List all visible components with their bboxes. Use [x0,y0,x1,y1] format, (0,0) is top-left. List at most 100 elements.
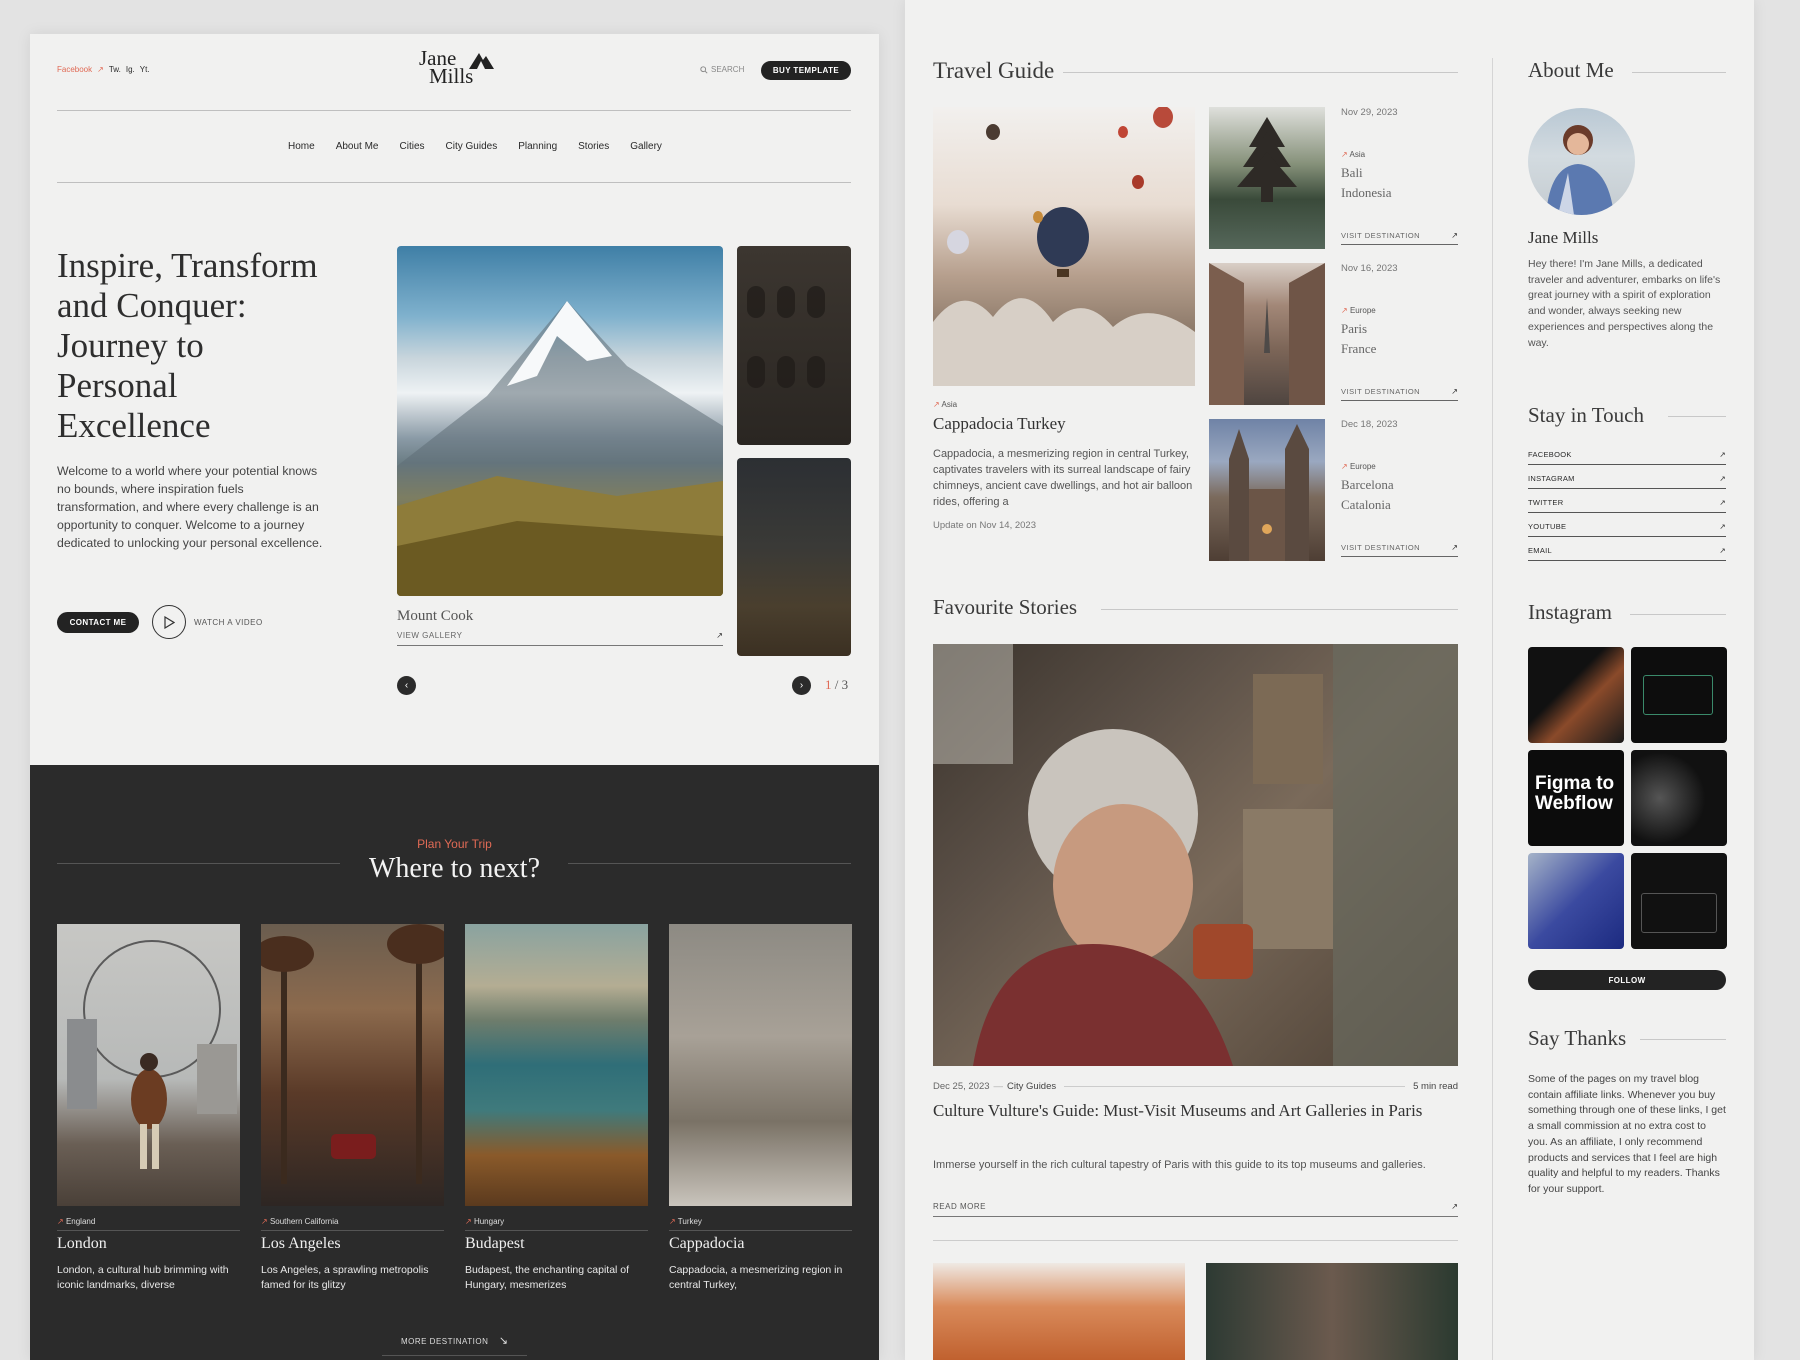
guide-thumb-bali[interactable] [1209,107,1325,249]
social-link-facebook[interactable]: FACEBOOK ↗ [1528,450,1726,465]
hero-thumb-lake[interactable] [737,458,851,656]
read-more-link[interactable]: READ MORE ↗ [933,1202,1458,1217]
guide-thumb-paris[interactable] [1209,263,1325,405]
card-region-label: Hungary [473,1217,505,1226]
screen-mockup-icon [1641,893,1717,933]
story-thumb-basketball[interactable] [933,1263,1185,1360]
guide-item-region: ↗ Europe [1341,462,1376,471]
card-city: Budapest [465,1235,525,1252]
guide-item-place: Barcelona Catalonia [1341,475,1394,515]
travel-guide-title: Travel Guide [933,58,1055,83]
slider-next-button[interactable]: › [792,676,811,695]
nav-divider [57,182,851,183]
divider [1640,1039,1726,1040]
hero-image-mount-cook[interactable] [397,246,723,596]
main-nav: Home About Me Cities City Guides Plannin… [288,141,662,152]
more-destination-label: MORE DESTINATION [400,1337,489,1346]
search-link[interactable]: SEARCH [700,65,744,74]
guide-item-city: Barcelona [1341,477,1394,492]
nav-gallery[interactable]: Gallery [630,141,662,152]
guide-main-title[interactable]: Cappadocia Turkey [933,414,1066,434]
nav-about-me[interactable]: About Me [336,141,379,152]
slider-current: 1 [825,677,832,692]
story-excerpt: Immerse yourself in the rich cultural ta… [933,1159,1426,1171]
story-category[interactable]: City Guides [1007,1081,1056,1092]
watch-video-link[interactable]: WATCH A VIDEO [194,618,263,627]
nav-planning[interactable]: Planning [518,141,557,152]
social-link-instagram[interactable]: INSTAGRAM ↗ [1528,474,1726,489]
where-to-next-section: Plan Your Trip Where to next? ↗ England … [30,765,879,1360]
stay-in-touch-title: Stay in Touch [1528,403,1644,427]
card-region: ↗ Turkey [669,1217,852,1231]
arches-illustration [747,286,825,388]
visit-destination-link[interactable]: VISIT DESTINATION ↗ [1341,387,1458,401]
slider-prev-button[interactable]: ‹ [397,676,416,695]
guide-item-region-label: Europe [1349,306,1376,315]
street-illustration [1209,263,1325,405]
arrow-up-right-icon: ↗ [1719,450,1726,459]
guide-main-image-cappadocia[interactable] [933,107,1195,386]
follow-button[interactable]: FOLLOW [1528,970,1726,990]
social-link-label: FACEBOOK [1528,450,1572,459]
say-thanks-body: Some of the pages on my travel blog cont… [1528,1073,1726,1195]
hero-title-line: Excellence [57,406,211,445]
card-region: ↗ England [57,1217,240,1231]
instagram-post[interactable] [1528,853,1624,949]
guide-item-place: Paris France [1341,319,1376,359]
social-facebook[interactable]: Facebook [57,65,92,74]
divider [1632,72,1726,73]
arrow-up-right-icon: ↗ [669,1217,678,1226]
temple-illustration [1237,117,1297,202]
contact-me-button[interactable]: CONTACT ME [57,612,139,633]
visit-destination-link[interactable]: VISIT DESTINATION ↗ [1341,231,1458,245]
divider [1630,614,1726,615]
nav-home[interactable]: Home [288,141,315,152]
guide-item-date: Nov 29, 2023 [1341,107,1398,118]
story-thumb-portrait[interactable] [1206,1263,1458,1360]
visit-destination-link[interactable]: VISIT DESTINATION ↗ [1341,543,1458,557]
logo[interactable]: Jane Mills [419,48,499,88]
instagram-post[interactable] [1631,853,1727,949]
social-link-label: EMAIL [1528,546,1553,555]
divider [933,1240,1458,1241]
guide-main-body: Cappadocia, a mesmerizing region in cent… [933,448,1193,508]
guide-thumb-barcelona[interactable] [1209,419,1325,561]
instagram-post-figma-to-webflow[interactable]: Figma to Webflow [1528,750,1624,846]
search-icon [700,65,708,74]
social-twitter[interactable]: Tw. [109,65,121,74]
view-gallery-link[interactable]: VIEW GALLERY ↗ [397,631,723,646]
buy-template-button[interactable]: BUY TEMPLATE [761,61,851,80]
social-link-email[interactable]: EMAIL ↗ [1528,546,1726,561]
guide-item-country: Catalonia [1341,497,1391,512]
social-link-twitter[interactable]: TWITTER ↗ [1528,498,1726,513]
story-headline[interactable]: Culture Vulture's Guide: Must-Visit Muse… [933,1099,1458,1122]
social-instagram[interactable]: Ig. [126,65,135,74]
logo-mountain-icon [469,53,494,69]
play-video-button[interactable] [152,605,186,639]
story-image-paris-artist[interactable] [933,644,1458,1066]
instagram-tile-text: Webflow [1535,793,1613,814]
palm-trees-illustration [261,924,444,1184]
instagram-post[interactable] [1528,647,1624,743]
nav-stories[interactable]: Stories [578,141,609,152]
nav-cities[interactable]: Cities [400,141,425,152]
divider [1101,609,1458,610]
social-link-youtube[interactable]: YOUTUBE ↗ [1528,522,1726,537]
logo-line2: Mills [429,64,474,88]
more-destination-link[interactable]: MORE DESTINATION ↘ [382,1331,527,1356]
chevron-right-icon: › [799,680,804,691]
arrow-up-right-icon: ↗ [1451,231,1458,240]
social-links: Facebook ↗ Tw. Ig. Yt. [57,65,150,74]
card-city: Cappadocia [669,1235,745,1252]
instagram-post[interactable] [1631,750,1727,846]
arrow-up-right-icon: ↗ [1451,1202,1458,1211]
arrow-up-right-icon: ↗ [261,1217,270,1226]
blog-panel: Travel Guide ↗ Asia Cappadocia Turkey Ca… [905,0,1754,1360]
social-youtube[interactable]: Yt. [140,65,150,74]
nav-city-guides[interactable]: City Guides [446,141,498,152]
card-city: Los Angeles [261,1235,341,1252]
hero-thumb-colosseum[interactable] [737,246,851,445]
arrow-up-right-icon: ↗ [1451,543,1458,552]
header-divider [57,110,851,111]
instagram-post[interactable] [1631,647,1727,743]
